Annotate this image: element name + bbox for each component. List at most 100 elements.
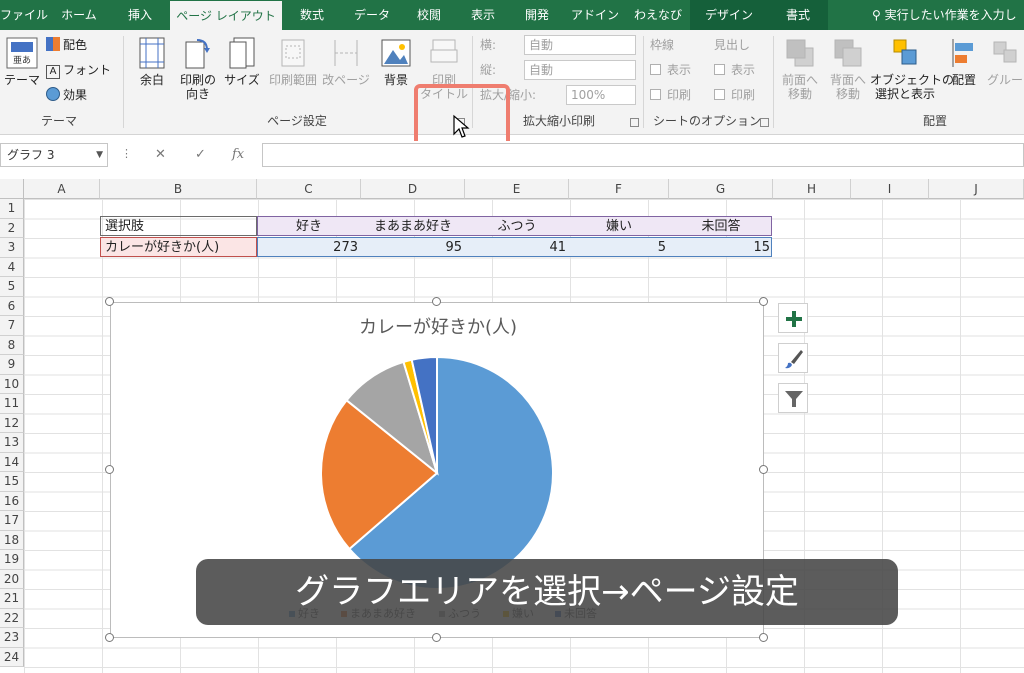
tell-me-box[interactable]: ⚲ 実行したい作業を入力し: [872, 0, 1017, 30]
column-header[interactable]: D: [361, 179, 465, 199]
tab-1[interactable]: ファイル: [0, 0, 48, 30]
formula-input[interactable]: [262, 143, 1024, 167]
row-header[interactable]: 6: [0, 296, 24, 316]
tab-11[interactable]: わえなび: [626, 0, 690, 30]
row-header[interactable]: 24: [0, 647, 24, 667]
row-header[interactable]: 15: [0, 472, 24, 492]
print-area-button[interactable]: 印刷範囲: [266, 36, 320, 87]
table-value-cell[interactable]: 15: [669, 238, 773, 257]
resize-handle[interactable]: [105, 633, 114, 642]
column-header[interactable]: E: [465, 179, 569, 199]
align-button[interactable]: 配置: [944, 36, 984, 87]
table-value-cell[interactable]: 95: [361, 238, 465, 257]
row-header[interactable]: 16: [0, 491, 24, 511]
tab-5[interactable]: 数式: [282, 0, 342, 30]
breaks-button[interactable]: 改ページ: [322, 36, 370, 87]
row-header[interactable]: 2: [0, 218, 24, 238]
resize-handle[interactable]: [105, 297, 114, 306]
row-header[interactable]: 19: [0, 550, 24, 570]
sheet-options-dialog-launcher[interactable]: [760, 118, 769, 127]
row-header[interactable]: 11: [0, 394, 24, 414]
table-header-cell[interactable]: ふつう: [465, 217, 569, 236]
scale-input[interactable]: 100%: [566, 85, 636, 105]
resize-handle[interactable]: [759, 465, 768, 474]
margins-button[interactable]: 余白: [132, 36, 172, 87]
row-header[interactable]: 12: [0, 413, 24, 433]
effects-button[interactable]: 効果: [46, 86, 87, 104]
selection-pane-button[interactable]: オブジェクトの 選択と表示: [870, 36, 954, 101]
table-header-cell[interactable]: 未回答: [669, 217, 773, 236]
send-backward-button[interactable]: 背面へ 移動: [826, 36, 870, 101]
chart-elements-button[interactable]: [778, 303, 808, 333]
row-header[interactable]: 10: [0, 374, 24, 394]
gridlines-print-checkbox[interactable]: 印刷: [650, 86, 691, 104]
cell-b3[interactable]: カレーが好きか(人): [102, 238, 222, 257]
resize-handle[interactable]: [105, 465, 114, 474]
cancel-icon[interactable]: ✕: [155, 147, 166, 162]
chart-styles-button[interactable]: [778, 343, 808, 373]
row-header[interactable]: 14: [0, 452, 24, 472]
table-header-cell[interactable]: 好き: [257, 217, 361, 236]
resize-handle[interactable]: [759, 297, 768, 306]
gridlines-view-checkbox[interactable]: 表示: [650, 61, 691, 79]
size-button[interactable]: サイズ: [222, 36, 262, 87]
tab-9[interactable]: 開発: [510, 0, 564, 30]
row-header[interactable]: 20: [0, 569, 24, 589]
fonts-button[interactable]: A フォント: [46, 61, 111, 79]
headings-print-checkbox[interactable]: 印刷: [714, 86, 755, 104]
table-value-cell[interactable]: 41: [465, 238, 569, 257]
cell-b2[interactable]: 選択肢: [102, 217, 147, 236]
headings-view-checkbox[interactable]: 表示: [714, 61, 755, 79]
resize-handle[interactable]: [432, 633, 441, 642]
row-header[interactable]: 9: [0, 355, 24, 375]
column-header[interactable]: B: [100, 179, 257, 199]
chart-filters-button[interactable]: [778, 383, 808, 413]
group-objects-button[interactable]: グルー: [986, 36, 1024, 87]
row-header[interactable]: 1: [0, 199, 24, 219]
tab-12[interactable]: デザイン: [690, 0, 768, 30]
width-select[interactable]: 自動: [524, 35, 636, 55]
table-header-cell[interactable]: まあまあ好き: [361, 217, 465, 236]
tab-4[interactable]: ページ レイアウト: [170, 1, 282, 30]
background-button[interactable]: 背景: [376, 36, 416, 87]
bring-forward-button[interactable]: 前面へ 移動: [778, 36, 822, 101]
column-header[interactable]: H: [773, 179, 851, 199]
resize-handle[interactable]: [432, 297, 441, 306]
tab-2[interactable]: ホーム: [48, 0, 110, 30]
tab-3[interactable]: 挿入: [110, 0, 170, 30]
tab-10[interactable]: アドイン: [564, 0, 626, 30]
table-value-cell[interactable]: 5: [569, 238, 669, 257]
row-header[interactable]: 22: [0, 608, 24, 628]
row-header[interactable]: 4: [0, 257, 24, 277]
row-header[interactable]: 17: [0, 511, 24, 531]
name-box[interactable]: グラフ 3 ▼: [0, 143, 108, 167]
colors-button[interactable]: 配色: [46, 36, 87, 54]
row-header[interactable]: 8: [0, 335, 24, 355]
orientation-button[interactable]: 印刷の 向き: [176, 36, 220, 101]
column-header[interactable]: A: [24, 179, 100, 199]
table-value-cell[interactable]: 273: [257, 238, 361, 257]
row-header[interactable]: 21: [0, 589, 24, 609]
tab-8[interactable]: 表示: [456, 0, 510, 30]
row-header[interactable]: 13: [0, 433, 24, 453]
tab-7[interactable]: 校閲: [402, 0, 456, 30]
column-header[interactable]: I: [851, 179, 929, 199]
row-header[interactable]: 18: [0, 530, 24, 550]
insert-function-icon[interactable]: fx: [232, 147, 244, 162]
row-header[interactable]: 5: [0, 277, 24, 297]
enter-icon[interactable]: ✓: [195, 147, 206, 162]
column-header[interactable]: J: [929, 179, 1024, 199]
tab-6[interactable]: データ: [342, 0, 402, 30]
table-header-cell[interactable]: 嫌い: [569, 217, 669, 236]
resize-handle[interactable]: [759, 633, 768, 642]
row-header[interactable]: 3: [0, 238, 24, 258]
tab-13[interactable]: 書式: [768, 0, 828, 30]
theme-button[interactable]: 亜あ テーマ: [2, 36, 42, 87]
column-header[interactable]: C: [257, 179, 361, 199]
height-select[interactable]: 自動: [524, 60, 636, 80]
row-header[interactable]: 7: [0, 316, 24, 336]
row-header[interactable]: 23: [0, 628, 24, 648]
column-header[interactable]: G: [669, 179, 773, 199]
scale-dialog-launcher[interactable]: [630, 118, 639, 127]
select-all-corner[interactable]: [0, 179, 24, 199]
